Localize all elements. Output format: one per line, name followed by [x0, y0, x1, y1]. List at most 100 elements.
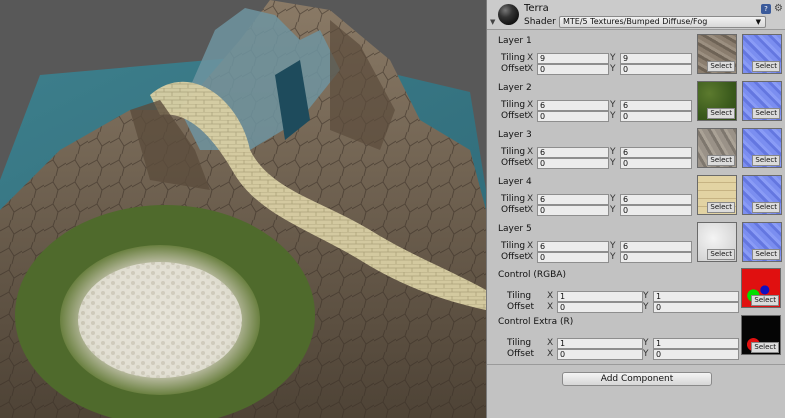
tiling-y-field[interactable]: 1: [653, 291, 739, 302]
controls-title: Control Extra (R): [498, 317, 574, 327]
axis-label-y: Y: [643, 291, 649, 301]
select-button[interactable]: Select: [751, 342, 779, 353]
select-button[interactable]: Select: [752, 108, 780, 119]
controls-title: Control (RGBA): [498, 270, 566, 280]
offset-label: Offset: [501, 252, 529, 262]
axis-label-y: Y: [610, 100, 616, 110]
axis-label-x: X: [527, 147, 534, 157]
select-button[interactable]: Select: [707, 61, 735, 72]
normal-map-slot[interactable]: Select: [742, 34, 782, 74]
offset-x-field[interactable]: 0: [537, 205, 609, 216]
material-header: ▼ Terra Shader MTE/5 Textures/Bumped Dif…: [487, 0, 785, 30]
offset-x-field[interactable]: 0: [557, 302, 643, 313]
tiling-label: Tiling: [507, 291, 532, 301]
offset-x-field[interactable]: 0: [537, 64, 609, 75]
dropdown-caret-icon: ▼: [755, 18, 761, 26]
tiling-y-field[interactable]: 6: [620, 100, 692, 111]
offset-x-field[interactable]: 0: [537, 111, 609, 122]
axis-label-x: X: [527, 53, 534, 63]
tiling-x-field[interactable]: 6: [537, 147, 609, 158]
offset-label: Offset: [501, 205, 529, 215]
tiling-x-field[interactable]: 1: [557, 338, 643, 349]
offset-label: Offset: [507, 302, 535, 312]
tiling-y-field[interactable]: 9: [620, 53, 692, 64]
offset-x-field[interactable]: 0: [557, 349, 643, 360]
select-button[interactable]: Select: [707, 249, 735, 260]
tiling-x-field[interactable]: 1: [557, 291, 643, 302]
axis-label-y: Y: [610, 64, 616, 74]
axis-label-y: Y: [610, 158, 616, 168]
add-component-button[interactable]: Add Component: [562, 372, 712, 386]
select-button[interactable]: Select: [751, 295, 779, 306]
tiling-y-field[interactable]: 6: [620, 147, 692, 158]
tiling-y-field[interactable]: 6: [620, 194, 692, 205]
layers-title: Layer 4: [498, 177, 532, 187]
offset-y-field[interactable]: 0: [620, 205, 692, 216]
tiling-y-field[interactable]: 1: [653, 338, 739, 349]
tiling-y-field[interactable]: 6: [620, 241, 692, 252]
axis-label-x: X: [547, 291, 554, 301]
select-button[interactable]: Select: [752, 202, 780, 213]
axis-label-y: Y: [610, 205, 616, 215]
axis-label-x: X: [527, 252, 534, 262]
select-button[interactable]: Select: [752, 249, 780, 260]
axis-label-x: X: [527, 100, 534, 110]
diffuse-texture-slot[interactable]: Select: [697, 34, 737, 74]
tiling-label: Tiling: [507, 338, 532, 348]
normal-map-slot[interactable]: Select: [742, 128, 782, 168]
shader-dropdown[interactable]: MTE/5 Textures/Bumped Diffuse/Fog ▼: [559, 16, 766, 28]
axis-label-x: X: [547, 302, 554, 312]
tiling-label: Tiling: [501, 241, 526, 251]
scene-view[interactable]: [0, 0, 486, 418]
axis-label-y: Y: [643, 349, 649, 359]
offset-y-field[interactable]: 0: [620, 158, 692, 169]
foldout-arrow-icon[interactable]: ▼: [490, 18, 495, 26]
axis-label-y: Y: [610, 111, 616, 121]
axis-label-y: Y: [610, 252, 616, 262]
layers-title: Layer 5: [498, 224, 532, 234]
offset-x-field[interactable]: 0: [537, 158, 609, 169]
help-icon[interactable]: ?: [761, 4, 771, 14]
control-map-slot[interactable]: Select: [741, 315, 781, 355]
tiling-x-field[interactable]: 9: [537, 53, 609, 64]
select-button[interactable]: Select: [752, 155, 780, 166]
layers-title: Layer 1: [498, 36, 532, 46]
axis-label-x: X: [527, 194, 534, 204]
select-button[interactable]: Select: [707, 155, 735, 166]
select-button[interactable]: Select: [752, 61, 780, 72]
tiling-x-field[interactable]: 6: [537, 194, 609, 205]
diffuse-texture-slot[interactable]: Select: [697, 128, 737, 168]
normal-map-slot[interactable]: Select: [742, 222, 782, 262]
tiling-label: Tiling: [501, 53, 526, 63]
gear-icon[interactable]: ⚙: [774, 4, 784, 14]
terrain-render: [0, 0, 486, 418]
axis-label-y: Y: [610, 241, 616, 251]
diffuse-texture-slot[interactable]: Select: [697, 175, 737, 215]
axis-label-y: Y: [610, 147, 616, 157]
tiling-x-field[interactable]: 6: [537, 100, 609, 111]
axis-label-y: Y: [643, 338, 649, 348]
select-button[interactable]: Select: [707, 108, 735, 119]
offset-x-field[interactable]: 0: [537, 252, 609, 263]
offset-y-field[interactable]: 0: [653, 349, 739, 360]
diffuse-texture-slot[interactable]: Select: [697, 222, 737, 262]
axis-label-x: X: [527, 64, 534, 74]
select-button[interactable]: Select: [707, 202, 735, 213]
material-name: Terra: [524, 3, 549, 14]
normal-map-slot[interactable]: Select: [742, 81, 782, 121]
offset-y-field[interactable]: 0: [653, 302, 739, 313]
offset-y-field[interactable]: 0: [620, 252, 692, 263]
axis-label-y: Y: [643, 302, 649, 312]
offset-label: Offset: [501, 158, 529, 168]
layers-title: Layer 3: [498, 130, 532, 140]
control-map-slot[interactable]: Select: [741, 268, 781, 308]
tiling-label: Tiling: [501, 100, 526, 110]
offset-y-field[interactable]: 0: [620, 111, 692, 122]
divider: [487, 364, 785, 365]
normal-map-slot[interactable]: Select: [742, 175, 782, 215]
offset-y-field[interactable]: 0: [620, 64, 692, 75]
shader-label: Shader: [524, 17, 556, 27]
tiling-x-field[interactable]: 6: [537, 241, 609, 252]
tiling-label: Tiling: [501, 194, 526, 204]
diffuse-texture-slot[interactable]: Select: [697, 81, 737, 121]
